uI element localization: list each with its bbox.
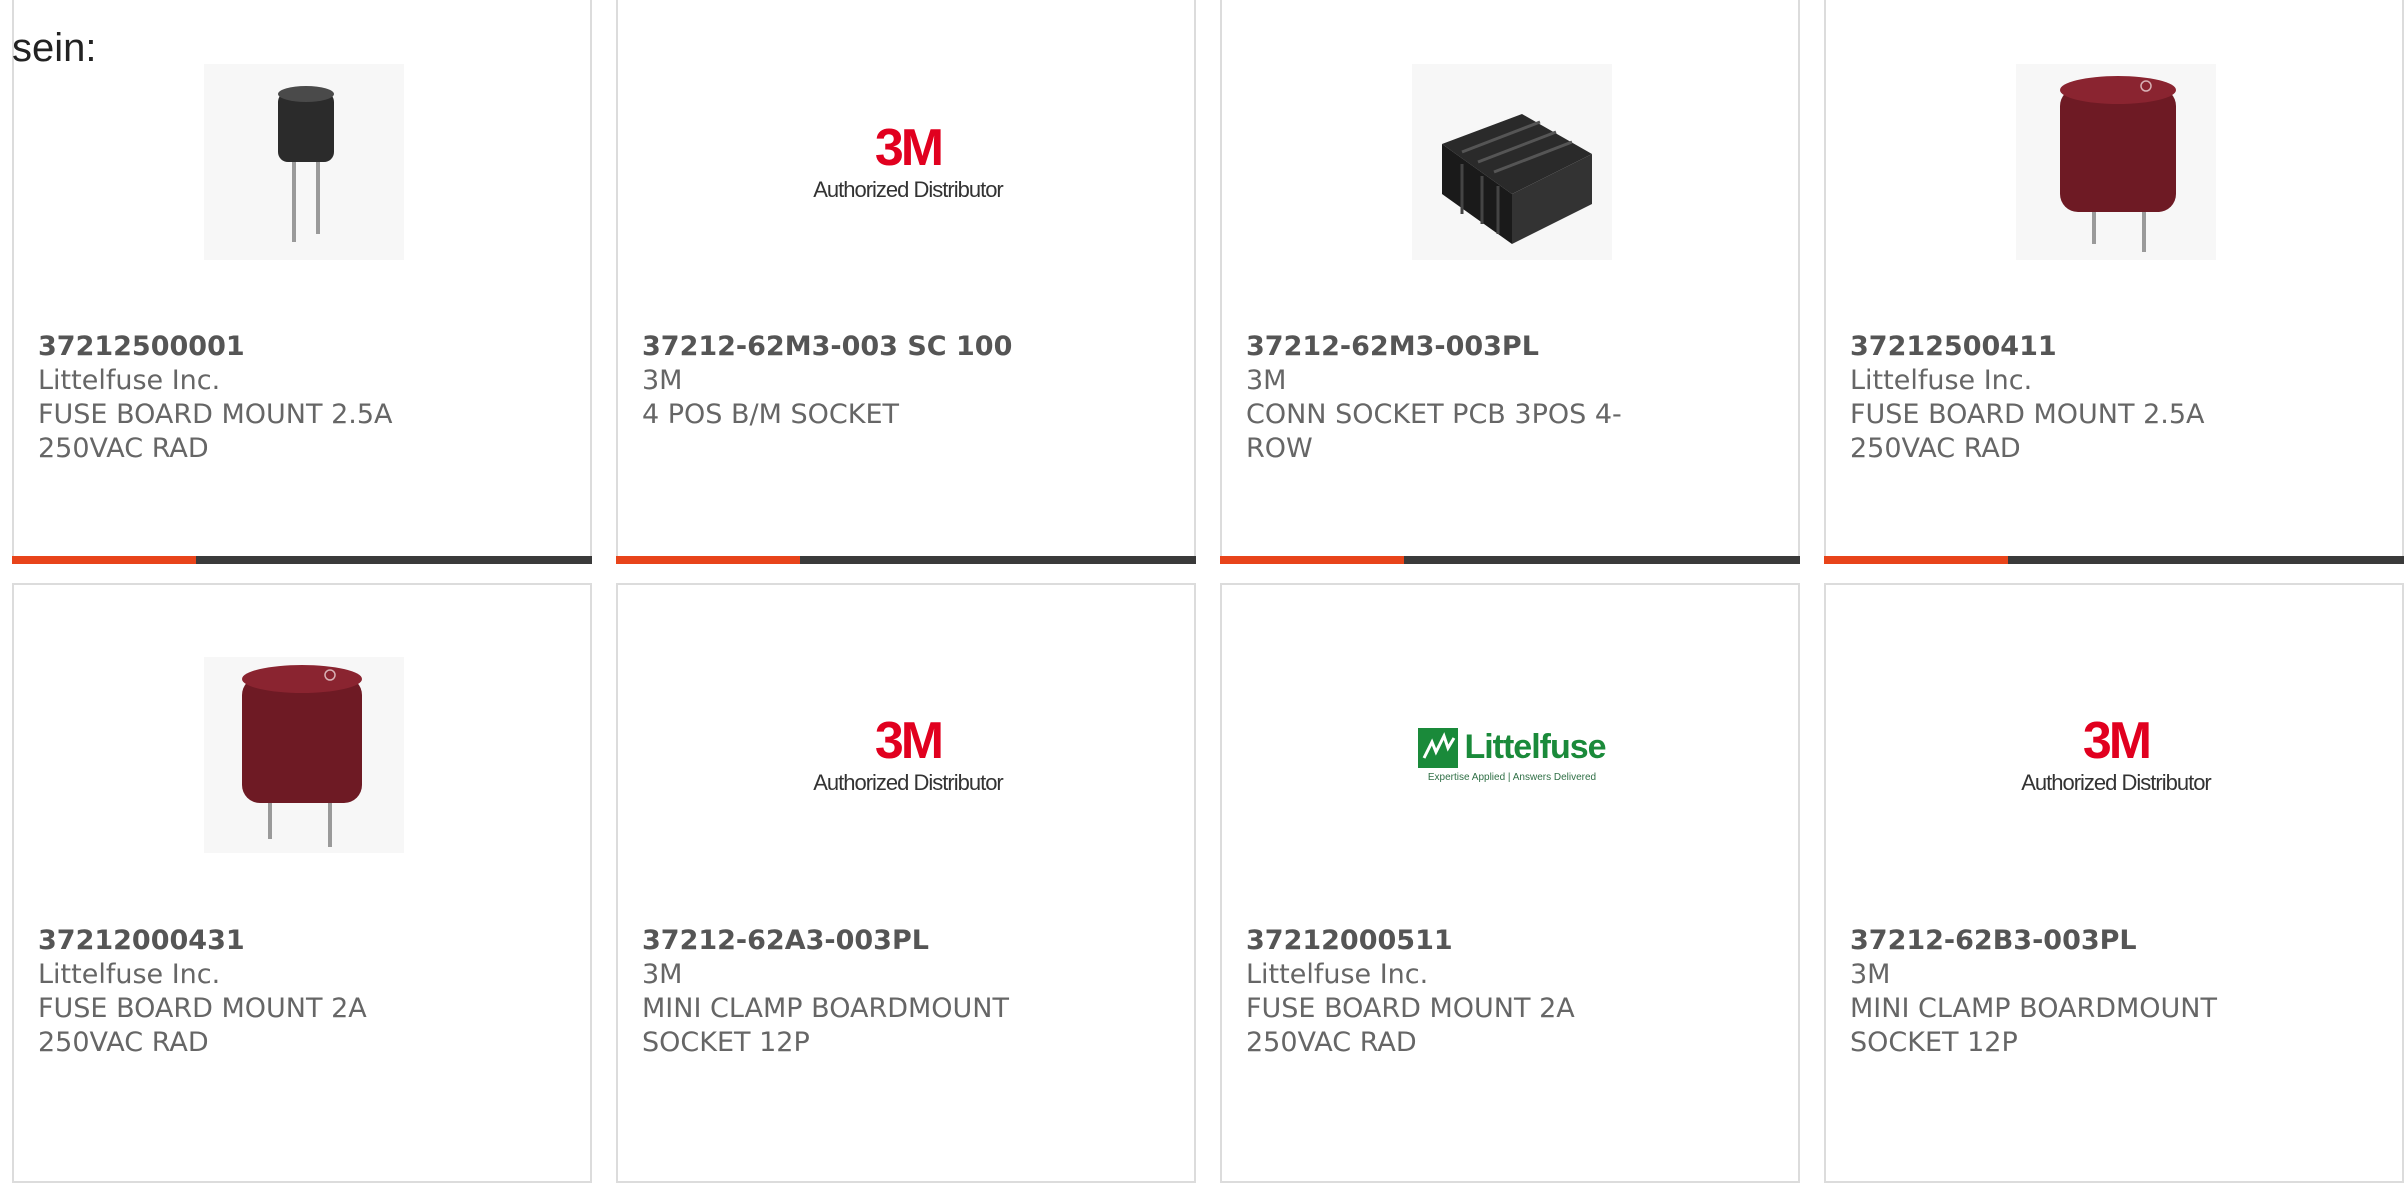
card-accent-bar — [1220, 556, 1800, 564]
product-image-black-socket[interactable] — [1412, 64, 1612, 260]
description: FUSE BOARD MOUNT 2.5A 250VAC RAD — [1850, 399, 2205, 464]
littelfuse-logo-icon: Littelfuse Expertise Applied | Answers D… — [1418, 727, 1607, 783]
product-card[interactable]: 3M Authorized Distributor 37212-62M3-003… — [616, 0, 1196, 564]
product-info: 37212000431 Littelfuse Inc. FUSE BOARD M… — [38, 924, 558, 1060]
description: MINI CLAMP BOARDMOUNT SOCKET 12P — [1850, 993, 2217, 1058]
product-card[interactable]: 3M Authorized Distributor 37212-62B3-003… — [1824, 583, 2404, 1183]
part-number-link[interactable]: 37212-62M3-003PL — [1246, 330, 1766, 364]
product-card[interactable]: 37212000431 Littelfuse Inc. FUSE BOARD M… — [12, 583, 592, 1183]
product-info: 37212500001 Littelfuse Inc. FUSE BOARD M… — [38, 330, 558, 466]
product-card[interactable]: 37212-62M3-003PL 3M CONN SOCKET PCB 3POS… — [1220, 0, 1800, 564]
manufacturer: 3M — [1850, 959, 1891, 990]
product-card[interactable]: 37212500411 Littelfuse Inc. FUSE BOARD M… — [1824, 0, 2404, 564]
description: CONN SOCKET PCB 3POS 4-ROW — [1246, 399, 1622, 464]
card-accent-bar — [12, 556, 592, 564]
fuse-icon — [204, 64, 404, 260]
product-info: 37212500411 Littelfuse Inc. FUSE BOARD M… — [1850, 330, 2370, 466]
product-card[interactable]: 37212500001 Littelfuse Inc. FUSE BOARD M… — [12, 0, 592, 564]
3m-logo-icon: 3M Authorized Distributor — [813, 119, 1004, 202]
product-info: 37212-62M3-003PL 3M CONN SOCKET PCB 3POS… — [1246, 330, 1766, 466]
manufacturer: 3M — [642, 365, 683, 396]
product-image-3m-logo[interactable]: 3M Authorized Distributor — [808, 64, 1008, 260]
product-image-black-fuse[interactable] — [204, 64, 404, 260]
manufacturer: Littelfuse Inc. — [1246, 959, 1429, 990]
description: FUSE BOARD MOUNT 2.5A 250VAC RAD — [38, 399, 393, 464]
manufacturer: 3M — [642, 959, 683, 990]
part-number-link[interactable]: 37212-62A3-003PL — [642, 924, 1162, 958]
intro-text: sein: — [12, 26, 97, 70]
product-card[interactable]: Littelfuse Expertise Applied | Answers D… — [1220, 583, 1800, 1183]
manufacturer: Littelfuse Inc. — [38, 959, 221, 990]
manufacturer: 3M — [1246, 365, 1287, 396]
product-info: 37212-62A3-003PL 3M MINI CLAMP BOARDMOUN… — [642, 924, 1162, 1060]
description: 4 POS B/M SOCKET — [642, 399, 900, 430]
product-image-3m-logo[interactable]: 3M Authorized Distributor — [808, 657, 1008, 853]
part-number-link[interactable]: 37212000511 — [1246, 924, 1766, 958]
socket-icon — [1412, 64, 1612, 260]
manufacturer: Littelfuse Inc. — [38, 365, 221, 396]
part-number-link[interactable]: 37212500411 — [1850, 330, 2370, 364]
card-accent-bar — [1824, 556, 2404, 564]
part-number-link[interactable]: 37212500001 — [38, 330, 558, 364]
part-number-link[interactable]: 37212-62B3-003PL — [1850, 924, 2370, 958]
description: FUSE BOARD MOUNT 2A 250VAC RAD — [1246, 993, 1575, 1058]
product-grid: 37212500001 Littelfuse Inc. FUSE BOARD M… — [0, 0, 2405, 1183]
description: FUSE BOARD MOUNT 2A 250VAC RAD — [38, 993, 367, 1058]
3m-logo-icon: 3M Authorized Distributor — [2021, 712, 2212, 795]
3m-logo-icon: 3M Authorized Distributor — [813, 712, 1004, 795]
manufacturer: Littelfuse Inc. — [1850, 365, 2033, 396]
part-number-link[interactable]: 37212-62M3-003 SC 100 — [642, 330, 1162, 364]
product-image-3m-logo[interactable]: 3M Authorized Distributor — [2016, 657, 2216, 853]
description: MINI CLAMP BOARDMOUNT SOCKET 12P — [642, 993, 1009, 1058]
product-card[interactable]: 3M Authorized Distributor 37212-62A3-003… — [616, 583, 1196, 1183]
product-info: 37212000511 Littelfuse Inc. FUSE BOARD M… — [1246, 924, 1766, 1060]
part-number-link[interactable]: 37212000431 — [38, 924, 558, 958]
fuse-icon — [2016, 64, 2216, 260]
product-image-red-fuse[interactable] — [2016, 64, 2216, 260]
product-image-littelfuse-logo[interactable]: Littelfuse Expertise Applied | Answers D… — [1412, 657, 1612, 853]
card-accent-bar — [616, 556, 1196, 564]
fuse-icon — [204, 657, 404, 853]
product-image-red-fuse[interactable] — [204, 657, 404, 853]
product-info: 37212-62M3-003 SC 100 3M 4 POS B/M SOCKE… — [642, 330, 1162, 432]
product-info: 37212-62B3-003PL 3M MINI CLAMP BOARDMOUN… — [1850, 924, 2370, 1060]
